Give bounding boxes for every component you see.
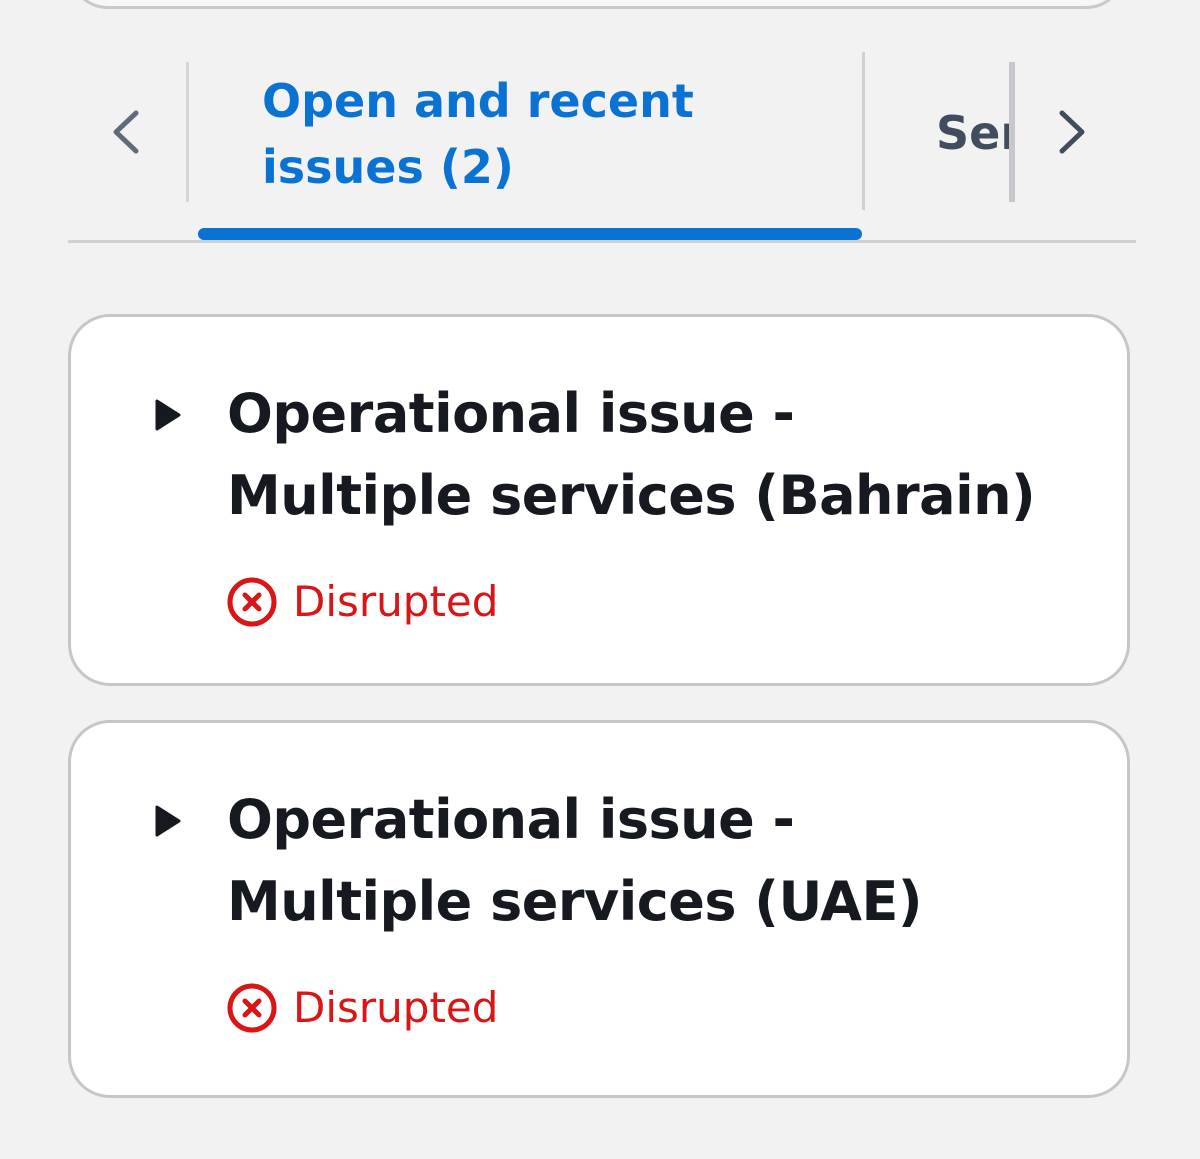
issue-title-line1: Operational issue - bbox=[227, 382, 795, 445]
status-indicator: Disrupted bbox=[225, 981, 498, 1035]
status-indicator: Disrupted bbox=[225, 575, 498, 629]
tab-open-and-recent-issues[interactable]: Open and recent issues (2) bbox=[262, 68, 822, 200]
tabs-baseline bbox=[68, 240, 1136, 243]
tab-label: Service history bbox=[936, 106, 1010, 160]
issue-title-line2: Multiple services (UAE) bbox=[227, 870, 923, 933]
issues-tab-bar: Open and recent issues (2) Service histo… bbox=[0, 0, 1200, 250]
tab-scroll-right-button[interactable] bbox=[1048, 100, 1098, 164]
expand-caret-icon[interactable] bbox=[147, 801, 187, 841]
tab-divider bbox=[186, 62, 189, 202]
status-error-icon bbox=[227, 983, 277, 1033]
issue-title-line1: Operational issue - bbox=[227, 788, 795, 851]
chevron-left-icon bbox=[113, 110, 139, 154]
status-label: Disrupted bbox=[293, 577, 499, 626]
tab-label-line1: Open and recent bbox=[262, 74, 694, 128]
tab-label-line2: issues (2) bbox=[262, 140, 514, 194]
issue-card[interactable]: Operational issue - Multiple services (U… bbox=[68, 720, 1130, 1098]
expand-caret-icon[interactable] bbox=[147, 395, 187, 435]
issue-title[interactable]: Operational issue - Multiple services (B… bbox=[227, 373, 1107, 537]
tab-divider bbox=[862, 52, 865, 210]
issue-title[interactable]: Operational issue - Multiple services (U… bbox=[227, 779, 1107, 943]
tab-service-history[interactable]: Service history bbox=[936, 100, 1010, 166]
tab-scroll-left-button[interactable] bbox=[100, 100, 150, 164]
service-health-page: Open and recent issues (2) Service histo… bbox=[0, 0, 1200, 1159]
status-error-icon bbox=[227, 577, 277, 627]
issue-card[interactable]: Operational issue - Multiple services (B… bbox=[68, 314, 1130, 686]
tab-scroll-edge bbox=[1009, 62, 1015, 202]
chevron-right-icon bbox=[1059, 110, 1085, 154]
active-tab-indicator bbox=[198, 228, 862, 240]
status-label: Disrupted bbox=[293, 983, 499, 1032]
issue-title-line2: Multiple services (Bahrain) bbox=[227, 464, 1036, 527]
